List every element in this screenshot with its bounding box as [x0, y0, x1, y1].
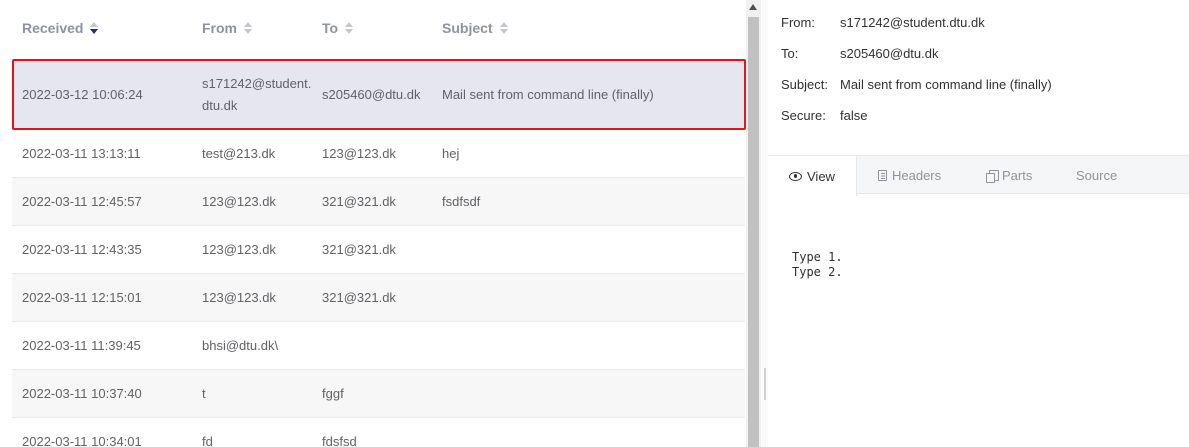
- table-row[interactable]: 2022-03-11 10:34:01 fd fdsfsd: [12, 418, 745, 447]
- cell-to: 321@321.dk: [322, 289, 396, 305]
- cell-from: t: [202, 385, 206, 401]
- detail-subject-label: Subject:: [781, 77, 828, 92]
- detail-subject-row: Subject: Mail sent from command line (fi…: [781, 77, 1052, 92]
- message-body: Type 1. Type 2.: [792, 250, 843, 279]
- cell-subject: [442, 322, 742, 369]
- scroll-thumb[interactable]: [748, 17, 759, 447]
- detail-tabs: View Headers Parts Source: [768, 155, 1189, 196]
- document-icon: [878, 170, 887, 181]
- table-row[interactable]: 2022-03-11 10:37:40 t fggf: [12, 370, 745, 418]
- message-detail-pane: From: s171242@student.dtu.dk To: s205460…: [768, 0, 1189, 447]
- table-row[interactable]: 2022-03-11 12:43:35 123@123.dk 321@321.d…: [12, 226, 745, 274]
- cell-received: 2022-03-11 12:45:57: [22, 193, 142, 209]
- tab-view[interactable]: View: [768, 156, 857, 196]
- sort-icon[interactable]: [499, 21, 509, 35]
- table-row[interactable]: 2022-03-11 13:13:11 test@213.dk 123@123.…: [12, 130, 745, 178]
- detail-from-value: s171242@student.dtu.dk: [840, 15, 985, 30]
- detail-to-label: To:: [781, 46, 799, 61]
- message-list-pane: Received From To Subject 2022-03-12 10:0…: [0, 0, 762, 447]
- table-header: Received From To Subject: [12, 0, 745, 56]
- column-header-received[interactable]: Received: [22, 20, 99, 36]
- column-header-label: From: [202, 20, 237, 36]
- eye-icon: [789, 171, 802, 181]
- cell-to: 321@321.dk: [322, 193, 396, 209]
- message-table: Received From To Subject 2022-03-12 10:0…: [12, 0, 745, 447]
- cell-from: 123@123.dk: [202, 193, 276, 209]
- column-header-label: To: [322, 20, 339, 36]
- detail-from-row: From: s171242@student.dtu.dk: [781, 15, 985, 30]
- cell-to: 321@321.dk: [322, 241, 396, 257]
- tab-parts[interactable]: Parts: [986, 156, 1032, 195]
- cell-to: fggf: [322, 385, 344, 401]
- sort-icon[interactable]: [344, 21, 354, 35]
- cell-from: 123@123.dk: [202, 289, 276, 305]
- cell-to: [322, 322, 432, 369]
- cell-from: bhsi@dtu.dk\: [202, 337, 279, 353]
- detail-to-row: To: s205460@dtu.dk: [781, 46, 939, 61]
- column-header-to[interactable]: To: [322, 20, 354, 36]
- cell-received: 2022-03-11 12:15:01: [22, 289, 142, 305]
- cell-subject: [442, 418, 742, 447]
- tab-label: Headers: [892, 168, 942, 183]
- cell-subject: fsdfsdf: [442, 193, 481, 209]
- detail-from-label: From:: [781, 15, 815, 30]
- table-row[interactable]: 2022-03-11 11:39:45 bhsi@dtu.dk\: [12, 322, 745, 370]
- tab-label: View: [807, 168, 835, 184]
- cell-received: 2022-03-11 11:39:45: [22, 337, 141, 353]
- detail-secure-label: Secure:: [781, 108, 826, 123]
- cell-from: s171242@student.dtu.dk: [202, 75, 312, 113]
- column-header-subject[interactable]: Subject: [442, 20, 509, 36]
- column-header-from[interactable]: From: [202, 20, 253, 36]
- cell-received: 2022-03-11 10:37:40: [22, 385, 142, 401]
- cell-from: fd: [202, 433, 213, 447]
- tab-label: Parts: [1002, 168, 1033, 183]
- column-header-label: Subject: [442, 20, 493, 36]
- cell-received: 2022-03-12 10:06:24: [22, 86, 143, 102]
- cell-subject: [442, 226, 742, 273]
- cell-to: 123@123.dk: [322, 145, 396, 161]
- detail-to-value: s205460@dtu.dk: [840, 46, 939, 61]
- cell-from: test@213.dk: [202, 145, 276, 161]
- list-scrollbar[interactable]: [746, 0, 761, 447]
- cell-subject: Mail sent from command line (finally): [442, 86, 654, 102]
- table-row-selected[interactable]: 2022-03-12 10:06:24 s171242@student.dtu.…: [12, 60, 745, 130]
- cell-subject: [442, 370, 742, 417]
- sort-icon[interactable]: [243, 21, 253, 35]
- detail-secure-value: false: [840, 108, 868, 123]
- detail-secure-row: Secure: false: [781, 108, 867, 123]
- table-row[interactable]: 2022-03-11 12:45:57 123@123.dk 321@321.d…: [12, 178, 745, 226]
- tab-headers[interactable]: Headers: [878, 156, 941, 195]
- tab-label: Source: [1076, 168, 1118, 183]
- cell-subject: hej: [442, 145, 460, 161]
- copy-icon: [986, 170, 999, 183]
- splitter-grip-icon[interactable]: [764, 368, 766, 400]
- scroll-up-arrow-icon[interactable]: [749, 4, 757, 10]
- tab-source[interactable]: Source: [1076, 156, 1117, 195]
- cell-from: 123@123.dk: [202, 241, 276, 257]
- sort-icon[interactable]: [89, 21, 99, 35]
- cell-to: s205460@dtu.dk: [322, 86, 421, 102]
- table-row[interactable]: 2022-03-11 12:15:01 123@123.dk 321@321.d…: [12, 274, 745, 322]
- cell-subject: [442, 274, 742, 321]
- cell-to: fdsfsd: [322, 433, 357, 447]
- detail-subject-value: Mail sent from command line (finally): [840, 77, 1052, 92]
- cell-received: 2022-03-11 13:13:11: [22, 145, 141, 161]
- column-header-label: Received: [22, 20, 84, 36]
- cell-received: 2022-03-11 10:34:01: [22, 433, 142, 447]
- cell-received: 2022-03-11 12:43:35: [22, 241, 142, 257]
